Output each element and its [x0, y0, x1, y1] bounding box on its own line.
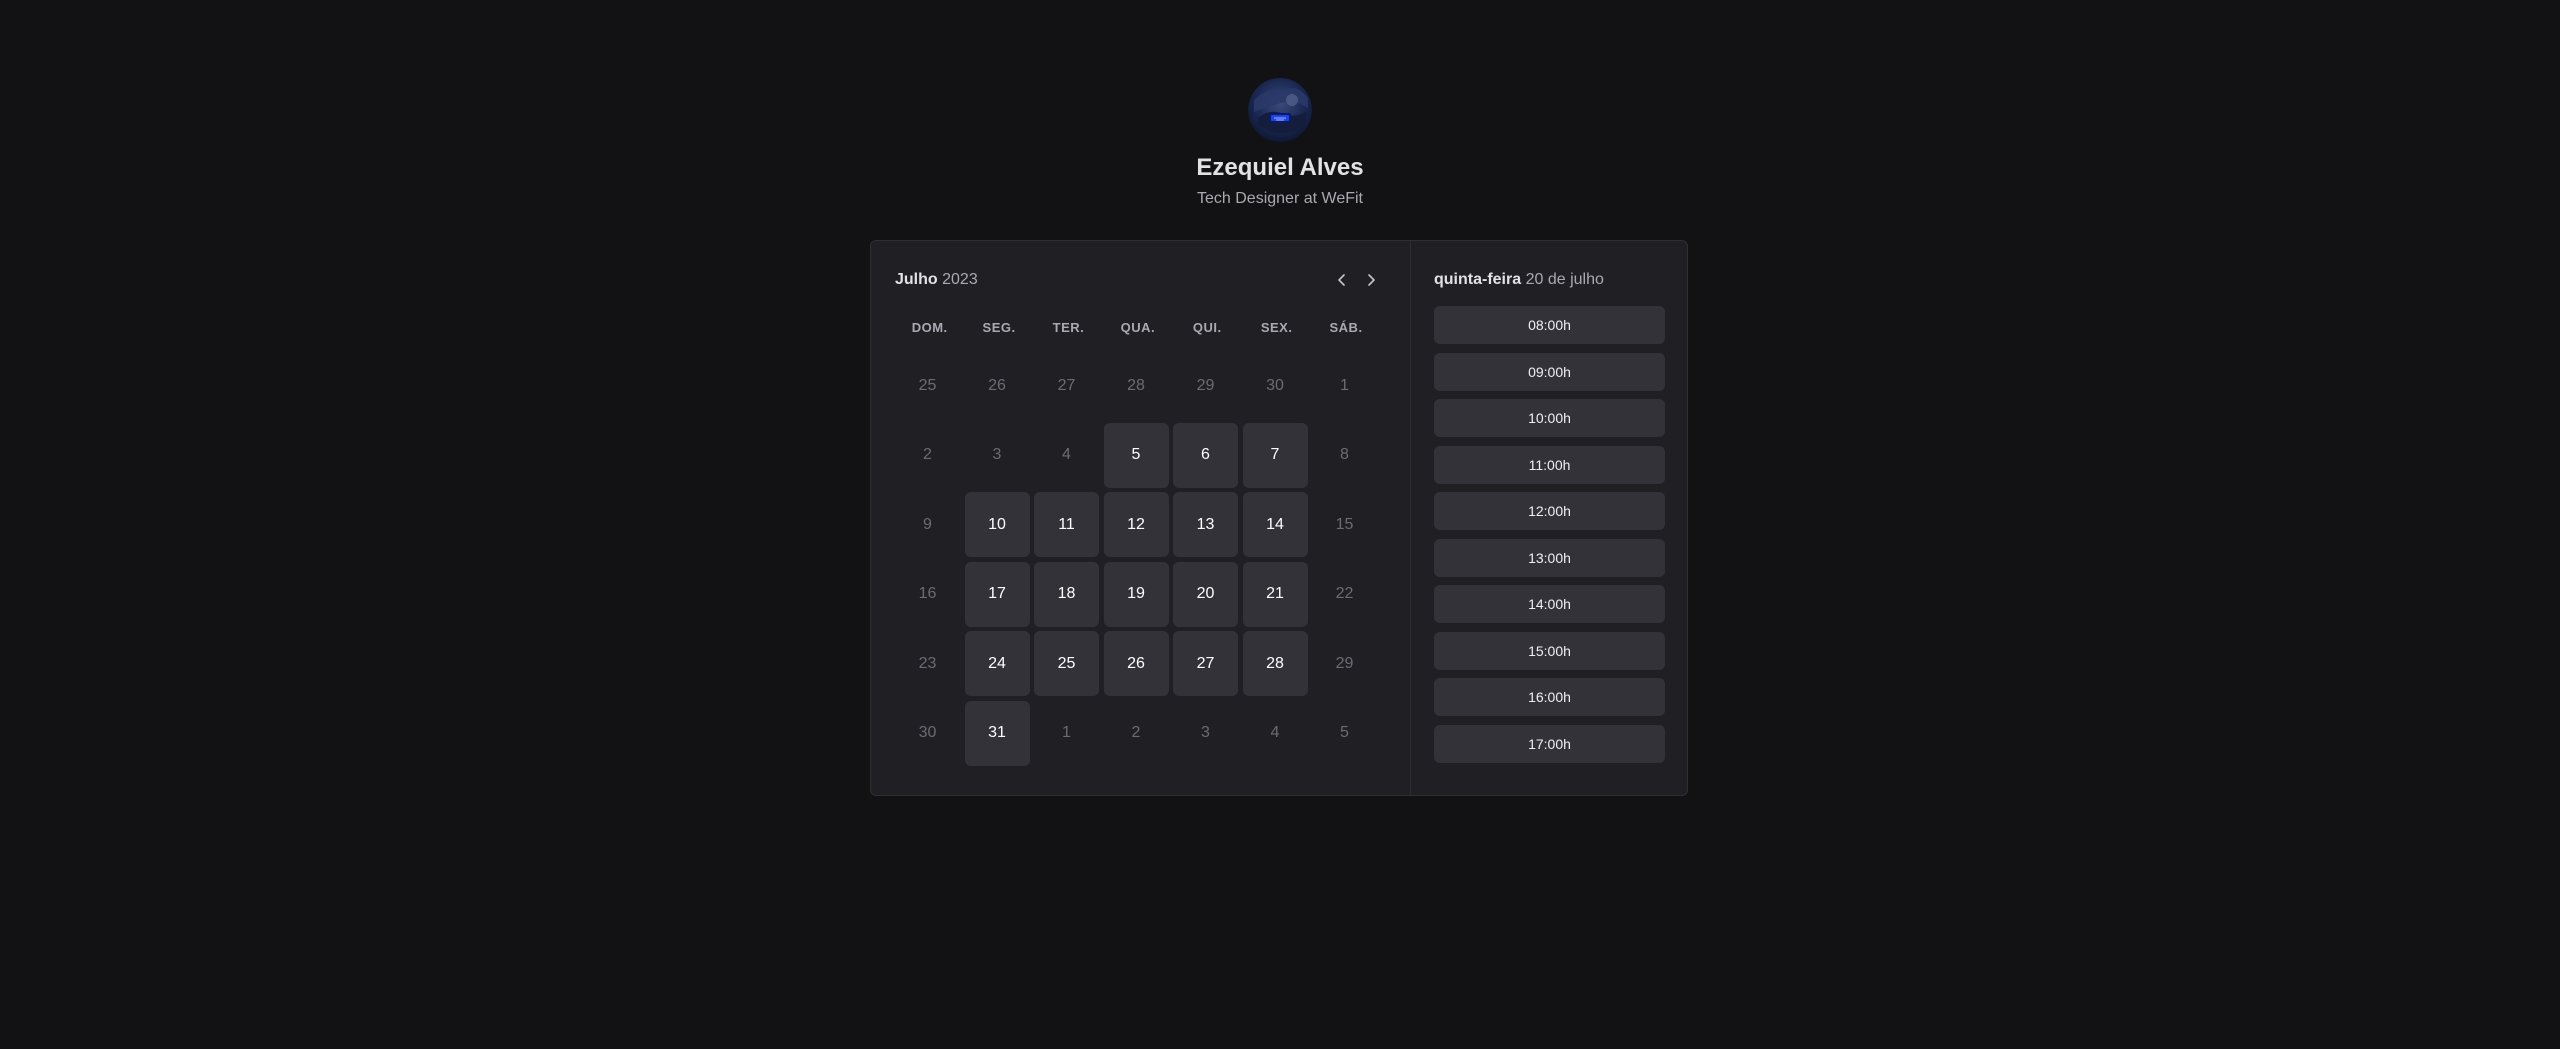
time-picker-header: quinta-feira 20 de julho — [1434, 269, 1687, 291]
calendar-day-disabled: 3 — [1201, 724, 1210, 741]
time-slot-button[interactable]: 08:00h — [1434, 306, 1665, 344]
calendar-day-available[interactable]: 13 — [1173, 492, 1238, 557]
calendar-day-available[interactable]: 20 — [1173, 561, 1238, 627]
profile-name: Ezequiel Alves — [1196, 154, 1364, 181]
weekday-label: SEG. — [982, 320, 1016, 335]
calendar-day-available[interactable]: 27 — [1173, 631, 1238, 696]
selected-weekday: quinta-feira — [1434, 271, 1522, 288]
calendar-day-available[interactable]: 5 — [1103, 422, 1169, 488]
time-slot-button[interactable]: 12:00h — [1434, 492, 1665, 530]
profile-header: Ezequiel Alves Tech Designer at WeFit — [0, 78, 2560, 210]
calendar-header: Julho 2023 — [895, 265, 1387, 295]
calendar-day-available[interactable]: 14 — [1242, 492, 1308, 557]
calendar-day-disabled: 26 — [988, 376, 1006, 394]
calendar-day-disabled: 5 — [1340, 724, 1349, 741]
time-slot-list: 08:00h 09:00h 10:00h 11:00h 12:00h 13:00h 14:0… — [1434, 306, 1687, 763]
calendar-day-available[interactable]: 28 — [1242, 631, 1308, 696]
weekday-label: QUI. — [1192, 320, 1222, 335]
calendar-day-disabled: 2 — [1131, 724, 1141, 741]
calendar-day-available[interactable]: 18 — [1034, 561, 1099, 627]
calendar-day-disabled: 29 — [1335, 654, 1354, 672]
calendar-days-grid: 25 26 27 28 29 30 1 2 3 4 5 6 7 8 9 10 11 12 13 14 15 16 17 18 1… — [895, 353, 1381, 766]
calendar-day-disabled: 23 — [918, 654, 937, 672]
calendar-day-disabled: 1 — [1062, 724, 1071, 741]
calendar-day-available[interactable]: 24 — [964, 631, 1030, 696]
calendar-year: 2023 — [942, 271, 978, 288]
calendar-day-disabled: 25 — [918, 376, 937, 394]
time-slot-button[interactable]: 17:00h — [1434, 724, 1665, 763]
calendar-title: Julho 2023 — [895, 269, 978, 291]
calendar-day-available[interactable]: 7 — [1242, 422, 1308, 488]
selected-date: 20 de julho — [1525, 271, 1604, 288]
calendar-day-disabled: 27 — [1057, 376, 1076, 394]
calendar-day-disabled: 15 — [1335, 515, 1354, 533]
time-slot-button[interactable]: 13:00h — [1434, 538, 1665, 577]
calendar-day-disabled: 28 — [1127, 376, 1145, 394]
time-slot-button[interactable]: 09:00h — [1434, 352, 1665, 391]
time-slot-button[interactable]: 11:00h — [1434, 445, 1665, 484]
calendar-day-disabled: 30 — [918, 724, 937, 741]
profile-bio: Tech Designer at WeFit — [1197, 190, 1363, 207]
weekday-label: TER. — [1052, 320, 1085, 335]
calendar-day-available[interactable]: 21 — [1242, 561, 1308, 627]
weekday-label: QUA. — [1120, 320, 1156, 335]
calendar-day-disabled: 3 — [992, 446, 1002, 463]
time-slot-button[interactable]: 16:00h — [1434, 678, 1665, 716]
weekday-label: DOM. — [911, 320, 948, 335]
calendar-day-available[interactable]: 31 — [964, 700, 1030, 766]
time-slot-button[interactable]: 10:00h — [1434, 399, 1665, 437]
previous-month-button[interactable] — [1329, 267, 1355, 293]
calendar-day-available[interactable]: 6 — [1173, 422, 1238, 488]
calendar-day-available[interactable]: 25 — [1034, 631, 1099, 696]
calendar-day-available[interactable]: 17 — [964, 561, 1030, 627]
calendar-day-available[interactable]: 10 — [964, 492, 1030, 557]
calendar-day-disabled: 30 — [1266, 376, 1284, 394]
weekday-label: SEX. — [1260, 320, 1293, 335]
calendar-day-disabled: 1 — [1340, 376, 1349, 394]
time-slot-button[interactable]: 14:00h — [1434, 585, 1665, 623]
calendar-day-disabled: 16 — [918, 585, 937, 602]
calendar-day-disabled: 9 — [923, 515, 932, 533]
time-slot-button[interactable]: 15:00h — [1434, 631, 1665, 670]
weekday-label: SÁB. — [1329, 320, 1363, 335]
calendar-day-available[interactable]: 11 — [1034, 492, 1099, 557]
calendar-day-disabled: 2 — [923, 446, 932, 463]
calendar-day-available[interactable]: 26 — [1103, 631, 1169, 696]
time-picker: quinta-feira 20 de julho 08:00h 09:00h 10:… — [1410, 241, 1687, 795]
calendar-day-available[interactable]: 12 — [1103, 492, 1169, 557]
page: Ezequiel Alves Tech Designer at WeFit Ju… — [0, 0, 2560, 1049]
calendar-month: Julho — [895, 271, 938, 288]
calendar-day-disabled: 8 — [1340, 446, 1349, 463]
calendar: Julho 2023 DOM. SEG. TER. QUA. QUI. SEX. SÁB. … — [871, 241, 1410, 795]
weekday-header-row: DOM. SEG. TER. QUA. QUI. SEX. SÁB. — [895, 318, 1381, 338]
avatar — [1248, 78, 1312, 142]
scheduler-panel: Julho 2023 DOM. SEG. TER. QUA. QUI. SEX. SÁB. … — [870, 240, 1688, 796]
calendar-day-disabled: 29 — [1196, 376, 1215, 394]
next-month-button[interactable] — [1358, 267, 1384, 293]
calendar-day-disabled: 4 — [1062, 446, 1071, 463]
chevron-right-icon — [1368, 274, 1375, 286]
chevron-left-icon — [1338, 274, 1345, 286]
calendar-day-disabled: 22 — [1335, 585, 1354, 602]
calendar-day-disabled: 4 — [1270, 724, 1280, 741]
calendar-day-available[interactable]: 19 — [1103, 561, 1169, 627]
